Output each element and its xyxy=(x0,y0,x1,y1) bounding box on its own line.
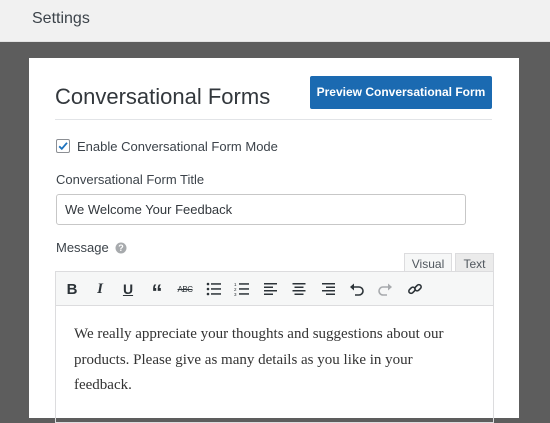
redo-icon[interactable] xyxy=(375,279,395,299)
svg-text:?: ? xyxy=(118,243,124,253)
align-center-icon[interactable] xyxy=(289,279,309,299)
divider xyxy=(55,119,492,120)
page-title: Settings xyxy=(32,10,90,27)
align-right-icon[interactable] xyxy=(318,279,338,299)
blockquote-icon[interactable]: “ xyxy=(147,279,167,304)
top-bar: Settings xyxy=(0,0,550,42)
enable-conversational-mode-row[interactable]: Enable Conversational Form Mode xyxy=(56,138,278,154)
bold-icon[interactable]: B xyxy=(62,279,82,299)
message-editor[interactable]: B I U “ ABC 123 We really appreciate you… xyxy=(55,271,494,423)
align-left-icon[interactable] xyxy=(261,279,281,299)
help-icon[interactable]: ? xyxy=(115,241,127,259)
enable-conversational-mode-checkbox[interactable] xyxy=(56,139,70,153)
settings-panel: Conversational Forms Preview Conversatio… xyxy=(29,58,519,423)
bullet-list-icon[interactable] xyxy=(204,279,224,299)
form-title-input[interactable] xyxy=(56,194,466,225)
message-content[interactable]: We really appreciate your thoughts and s… xyxy=(74,322,474,399)
svg-text:3: 3 xyxy=(234,292,237,296)
underline-icon[interactable]: U xyxy=(118,279,138,299)
undo-icon[interactable] xyxy=(347,279,367,299)
checkmark-icon xyxy=(58,142,68,151)
italic-icon[interactable]: I xyxy=(90,279,110,299)
strikethrough-icon[interactable]: ABC xyxy=(175,279,195,299)
form-title-label: Conversational Form Title xyxy=(56,172,205,187)
numbered-list-icon[interactable]: 123 xyxy=(232,279,252,299)
link-icon[interactable] xyxy=(405,279,425,299)
enable-conversational-mode-label: Enable Conversational Form Mode xyxy=(77,138,278,154)
editor-toolbar: B I U “ ABC 123 xyxy=(56,272,493,306)
message-label: Message xyxy=(56,240,109,255)
panel-title: Conversational Forms xyxy=(55,84,271,109)
preview-conversational-form-button[interactable]: Preview Conversational Form xyxy=(310,76,492,109)
